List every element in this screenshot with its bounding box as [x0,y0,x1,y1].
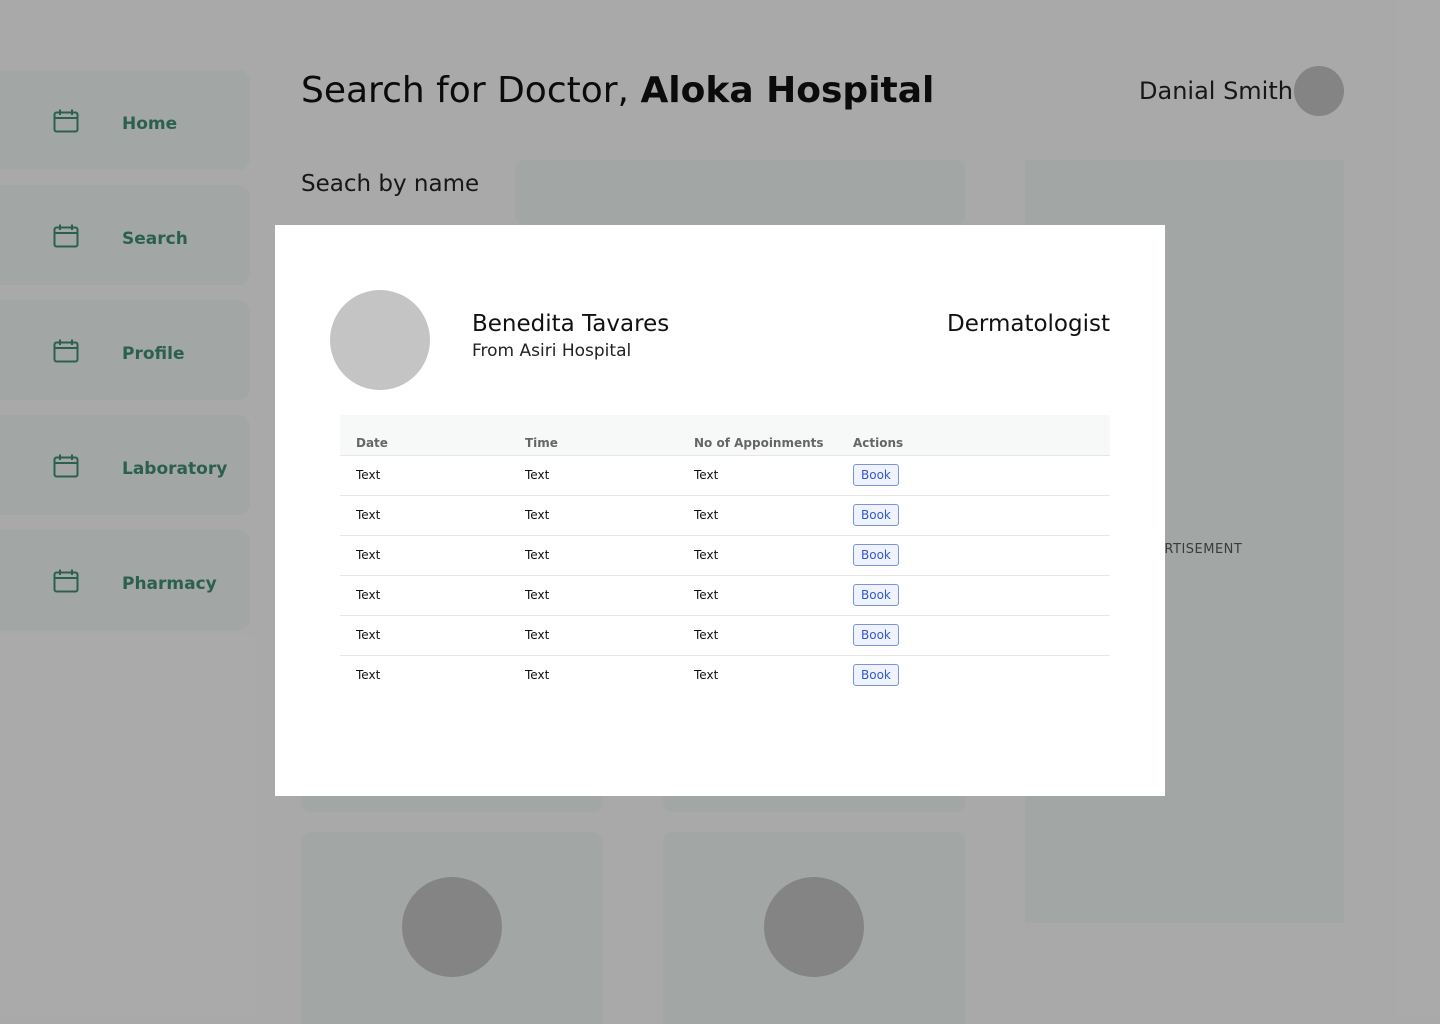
table-row: Text Text Text Book [340,615,1110,655]
book-button[interactable]: Book [853,464,899,486]
cell-date: Text [356,588,381,602]
doctor-specialty: Dermatologist [947,311,1110,337]
cell-actions: Book [837,575,1110,615]
doctor-hospital: From Asiri Hospital [472,341,632,361]
cell-time: Text [525,588,550,602]
cell-appointments: Text [694,628,719,642]
cell-appointments: Text [694,588,719,602]
doctor-name: Benedita Tavares [472,311,670,337]
cell-time: Text [525,468,550,482]
column-header-appointments: No of Appoinments [694,435,824,450]
cell-actions: Book [837,535,1110,575]
cell-date: Text [356,548,381,562]
table-row: Text Text Text Book [340,495,1110,535]
cell-time: Text [525,508,550,522]
cell-appointments: Text [694,468,719,482]
book-button[interactable]: Book [853,584,899,606]
cell-actions: Book [837,495,1110,535]
doctor-details-modal: Benedita Tavares From Asiri Hospital Der… [275,225,1165,796]
table-row: Text Text Text Book [340,455,1110,495]
table-header-row: Date Time No of Appoinments Actions [340,415,1110,455]
cell-actions: Book [837,615,1110,655]
cell-date: Text [356,628,381,642]
book-button[interactable]: Book [853,664,899,687]
cell-date: Text [356,468,381,482]
cell-date: Text [356,668,381,683]
table-row: Text Text Text Book [340,655,1110,695]
cell-time: Text [525,548,550,562]
column-header-actions: Actions [853,435,904,450]
book-button[interactable]: Book [853,544,899,566]
cell-time: Text [525,668,550,683]
appointments-table: Date Time No of Appoinments Actions Text… [340,415,1110,695]
cell-appointments: Text [694,548,719,562]
cell-time: Text [525,628,550,642]
table-row: Text Text Text Book [340,575,1110,615]
cell-appointments: Text [694,668,719,683]
cell-date: Text [356,508,381,522]
table-row: Text Text Text Book [340,535,1110,575]
column-header-date: Date [356,435,388,450]
column-header-time: Time [525,435,558,450]
book-button[interactable]: Book [853,504,899,526]
cell-appointments: Text [694,508,719,522]
cell-actions: Book [837,455,1110,495]
cell-actions: Book [837,655,1110,695]
book-button[interactable]: Book [853,624,899,646]
doctor-avatar [330,290,430,390]
